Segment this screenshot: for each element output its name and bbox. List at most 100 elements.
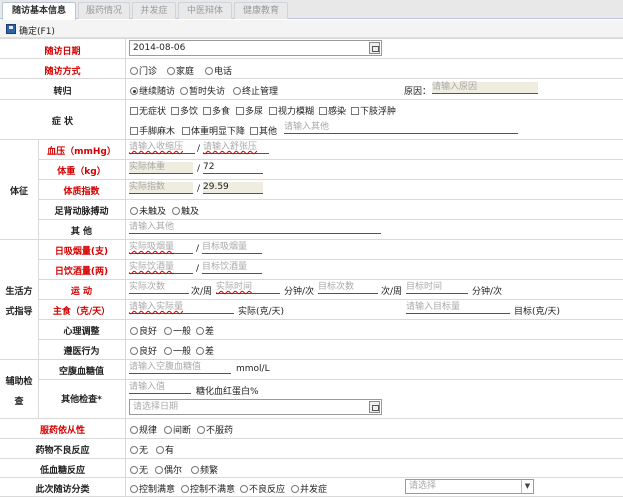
fbg-input[interactable]: 请输入空腹血糖值 [129, 362, 231, 374]
class-satisfied-radio[interactable]: 控制满意 [130, 482, 175, 495]
hba1c-unit: 糖化血红蛋白% [196, 387, 259, 397]
exercise-count-unit: 次/周 [191, 287, 213, 297]
symptom-polydipsia-checkbox[interactable]: 多饮 [171, 104, 198, 117]
classification-label: 此次随访分类 [35, 485, 90, 495]
exercise-count-input[interactable]: 实际次数 [129, 282, 189, 294]
visit-date-input[interactable]: 2014-08-06 [129, 40, 382, 56]
symptom-blurred-vision-checkbox[interactable]: 视力模糊 [269, 104, 314, 117]
signs-other-input[interactable]: 请输入其他 [129, 222, 381, 234]
hypo-frequent-radio[interactable]: 频繁 [191, 463, 218, 476]
symptom-other-input[interactable]: 请输入其他 [284, 122, 518, 134]
mental-label: 心理调整 [63, 327, 100, 337]
compliance-fair-radio[interactable]: 一般 [164, 344, 191, 357]
lifestyle-group-label-line1: 生活方 [5, 287, 33, 297]
smoke-actual-input[interactable]: 实际吸烟量 [129, 242, 193, 254]
tab-health-education[interactable]: 健康教育 [234, 2, 288, 19]
bmi-separator: / [197, 184, 201, 194]
bmi-target-input[interactable]: 29.59 [203, 182, 263, 194]
staple-target-input[interactable]: 请输入目标量 [406, 302, 510, 314]
adherence-label: 服药依从性 [39, 426, 85, 436]
adverse-yes-radio[interactable]: 有 [156, 443, 174, 456]
bmi-label: 体质指数 [63, 187, 100, 197]
exercise-target-time-unit: 分钟/次 [472, 287, 503, 297]
calendar-icon[interactable] [369, 42, 380, 54]
tab-medication[interactable]: 服药情况 [78, 2, 130, 19]
staple-target-unit: 目标(克/天) [514, 307, 561, 317]
classification-select[interactable]: 请选择 ▼ [405, 479, 534, 494]
pulse-not-palpable-radio[interactable]: 未触及 [130, 204, 166, 217]
exam-group-label-line1: 辅助检 [5, 377, 33, 387]
symptom-polyuria-checkbox[interactable]: 多尿 [236, 104, 263, 117]
adverse-label: 药物不良反应 [35, 446, 90, 456]
visit-method-label: 随访方式 [44, 67, 81, 77]
signs-group-label: 体征 [9, 187, 28, 197]
symptom-infection-checkbox[interactable]: 感染 [319, 104, 346, 117]
exercise-target-count-input[interactable]: 目标次数 [318, 282, 378, 294]
weight-separator: / [197, 164, 201, 174]
symptom-polyphagia-checkbox[interactable]: 多食 [203, 104, 230, 117]
pulse-label: 足背动脉搏动 [54, 207, 109, 217]
visit-date-label: 随访日期 [44, 47, 81, 57]
tab-visit-basic-info[interactable]: 随访基本信息 [2, 2, 76, 20]
class-adverse-radio[interactable]: 不良反应 [240, 482, 285, 495]
toolbar: 确定(F1) [0, 20, 623, 38]
symptom-none-checkbox[interactable]: 无症状 [130, 104, 166, 117]
mental-fair-radio[interactable]: 一般 [164, 324, 191, 337]
reason-input[interactable]: 请输入原因 [432, 82, 538, 94]
tab-complications[interactable]: 并发症 [132, 2, 176, 19]
smoke-label: 日吸烟量(支) [54, 247, 109, 257]
adverse-none-radio[interactable]: 无 [130, 443, 148, 456]
outcome-label: 转归 [53, 87, 72, 97]
drink-separator: / [196, 264, 200, 274]
symptom-weight-loss-checkbox[interactable]: 体重明显下降 [182, 124, 245, 137]
drink-target-input[interactable]: 目标饮酒量 [202, 262, 262, 274]
adherence-regular-radio[interactable]: 规律 [130, 423, 157, 436]
hypo-occasional-radio[interactable]: 偶尔 [155, 463, 182, 476]
visit-method-clinic-radio[interactable]: 门诊 [130, 64, 157, 77]
bmi-actual-input[interactable]: 实际指数 [129, 182, 193, 194]
bp-systolic-input[interactable]: 请输入收缩压 [129, 142, 195, 154]
visit-method-phone-radio[interactable]: 电话 [205, 64, 232, 77]
exercise-time-unit: 分钟/次 [284, 287, 315, 297]
smoke-target-input[interactable]: 目标吸烟量 [202, 242, 262, 254]
weight-target-input[interactable]: 72 [203, 162, 263, 174]
bp-separator: / [197, 144, 201, 154]
outcome-terminate-radio[interactable]: 终止管理 [233, 84, 278, 97]
confirm-button[interactable]: 确定(F1) [19, 24, 55, 37]
adherence-none-radio[interactable]: 不服药 [197, 423, 233, 436]
staple-label: 主食（克/天） [52, 307, 111, 317]
adherence-intermittent-radio[interactable]: 间断 [164, 423, 191, 436]
calendar-icon[interactable] [369, 401, 380, 413]
drink-label: 日饮酒量(两) [54, 267, 109, 277]
staple-actual-input[interactable]: 请输入实际量 [129, 302, 234, 314]
visit-method-home-radio[interactable]: 家庭 [167, 64, 194, 77]
class-unsatisfied-radio[interactable]: 控制不满意 [181, 482, 235, 495]
drink-actual-input[interactable]: 实际饮酒量 [129, 262, 193, 274]
exercise-target-time-input[interactable]: 目标时间 [406, 282, 468, 294]
outcome-lost-radio[interactable]: 暂时失访 [180, 84, 225, 97]
pulse-palpable-radio[interactable]: 触及 [172, 204, 199, 217]
class-complication-radio[interactable]: 并发症 [291, 482, 327, 495]
exercise-time-input[interactable]: 实际时间 [216, 282, 280, 294]
hypo-none-radio[interactable]: 无 [130, 463, 148, 476]
tab-tcm-constitution[interactable]: 中医辩体 [178, 2, 232, 19]
mental-good-radio[interactable]: 良好 [130, 324, 157, 337]
symptom-numbness-checkbox[interactable]: 手脚麻木 [130, 124, 175, 137]
outcome-continue-radio[interactable]: 继续随访 [130, 84, 175, 97]
signs-other-label: 其 他 [70, 227, 93, 237]
hba1c-input[interactable]: 请输入值 [129, 382, 191, 394]
symptom-other-checkbox[interactable]: 其他 [250, 124, 277, 137]
mental-poor-radio[interactable]: 差 [196, 324, 214, 337]
compliance-poor-radio[interactable]: 差 [196, 344, 214, 357]
staple-actual-unit: 实际(克/天) [238, 307, 285, 317]
fbg-label: 空腹血糖值 [58, 367, 104, 377]
exercise-target-count-unit: 次/周 [381, 287, 403, 297]
exam-date-input[interactable]: 请选择日期 [129, 399, 382, 415]
weight-actual-input[interactable]: 实际体重 [129, 162, 193, 174]
chevron-down-icon[interactable]: ▼ [521, 480, 533, 493]
bp-diastolic-input[interactable]: 请输入舒张压 [203, 142, 269, 154]
compliance-good-radio[interactable]: 良好 [130, 344, 157, 357]
symptom-edema-checkbox[interactable]: 下肢浮肿 [351, 104, 396, 117]
bp-label: 血压（mmHg） [47, 147, 116, 157]
save-icon [6, 24, 16, 34]
